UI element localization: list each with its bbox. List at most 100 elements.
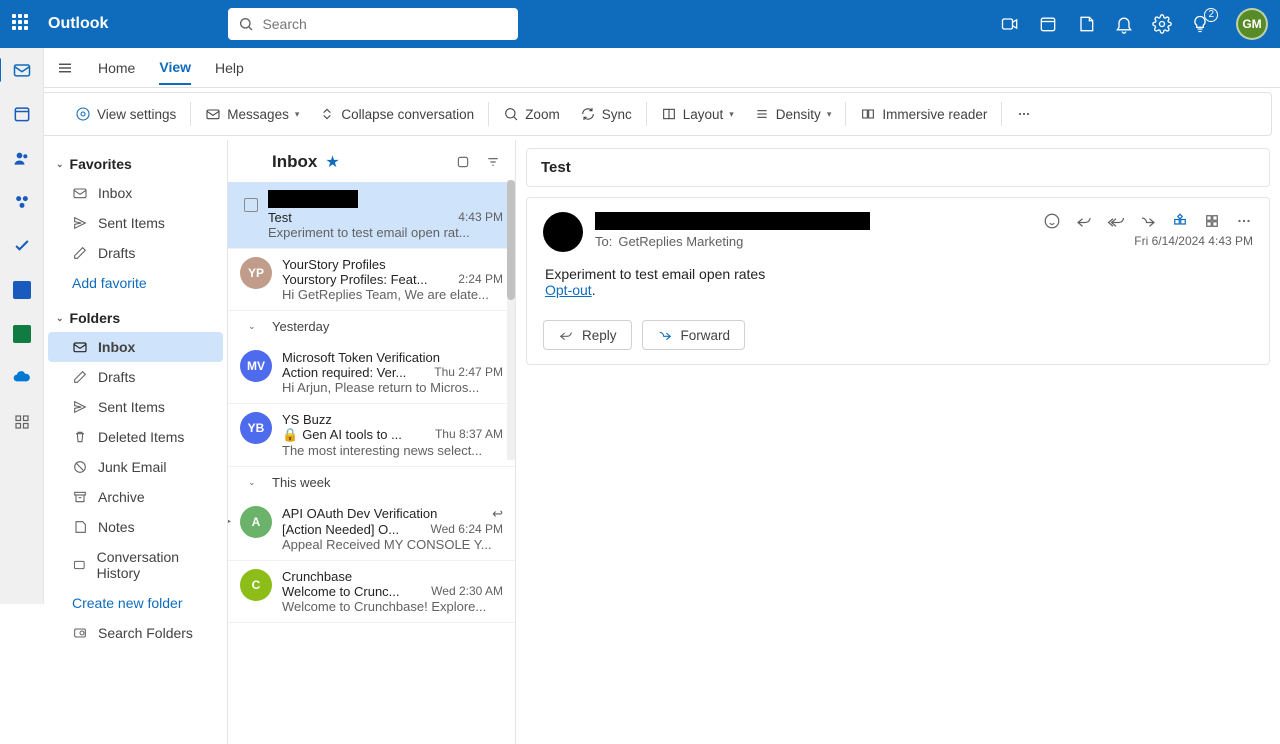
optout-link[interactable]: Opt-out — [545, 282, 592, 298]
message-item[interactable]: YB YS Buzz 🔒Gen AI tools to ...Thu 8:37 … — [228, 404, 515, 467]
brand-name: Outlook — [48, 15, 108, 33]
rail-calendar-icon[interactable] — [10, 102, 34, 126]
message-subject: Test — [268, 210, 292, 225]
apps-icon[interactable] — [1171, 212, 1189, 230]
notes-icon[interactable] — [1076, 14, 1096, 34]
message-subject: Welcome to Crunc... — [282, 584, 400, 599]
density-button[interactable]: Density▾ — [744, 93, 842, 135]
react-icon[interactable] — [1043, 212, 1061, 230]
notifications-icon[interactable] — [1114, 14, 1134, 34]
meet-now-icon[interactable] — [1000, 14, 1020, 34]
fav-drafts[interactable]: Drafts — [48, 238, 223, 268]
fav-sent[interactable]: Sent Items — [48, 208, 223, 238]
layout-button[interactable]: Layout▾ — [651, 93, 744, 135]
folders-section[interactable]: ⌄Folders — [48, 304, 223, 332]
folder-junk[interactable]: Junk Email — [48, 452, 223, 482]
rail-more-apps-icon[interactable] — [10, 410, 34, 434]
rail-word-icon[interactable] — [10, 278, 34, 302]
message-item[interactable]: C Crunchbase Welcome to Crunc...Wed 2:30… — [228, 561, 515, 623]
message-item[interactable]: YP YourStory Profiles Yourstory Profiles… — [228, 249, 515, 311]
folder-deleted[interactable]: Deleted Items — [48, 422, 223, 452]
folder-conversation-history[interactable]: Conversation History — [48, 542, 223, 588]
message-checkbox[interactable] — [244, 198, 258, 212]
layout-label: Layout — [683, 107, 724, 122]
rail-todo-icon[interactable] — [10, 234, 34, 258]
hamburger-icon[interactable] — [56, 59, 74, 77]
folder-search-folders[interactable]: Search Folders — [48, 618, 223, 648]
rail-groups-icon[interactable] — [10, 190, 34, 214]
message-preview: Hi GetReplies Team, We are elate... — [282, 287, 503, 302]
sender-avatar: C — [240, 569, 272, 601]
tips-icon[interactable]: 2 — [1190, 14, 1210, 34]
message-preview: Welcome to Crunchbase! Explore... — [282, 599, 503, 614]
ribbon-tabs: Home View Help — [0, 48, 1280, 88]
forward-button[interactable]: Forward — [642, 320, 746, 350]
star-icon[interactable]: ★ — [325, 152, 339, 172]
message-preview: The most interesting news select... — [282, 443, 503, 458]
day-header-yesterday[interactable]: ⌄Yesterday — [228, 311, 515, 342]
scrollbar[interactable] — [507, 180, 515, 460]
view-settings-label: View settings — [97, 107, 176, 122]
zoom-label: Zoom — [525, 107, 560, 122]
settings-icon[interactable] — [1152, 14, 1172, 34]
toolbar-overflow-button[interactable] — [1006, 93, 1042, 135]
sync-button[interactable]: Sync — [570, 93, 642, 135]
redacted-sender — [268, 190, 358, 208]
messages-button[interactable]: Messages▾ — [195, 93, 309, 135]
rail-people-icon[interactable] — [10, 146, 34, 170]
message-from: API OAuth Dev Verification — [282, 506, 437, 522]
favorites-section[interactable]: ⌄Favorites — [48, 150, 223, 178]
create-folder-link[interactable]: Create new folder — [48, 588, 223, 618]
folder-archive[interactable]: Archive — [48, 482, 223, 512]
reply-button[interactable]: Reply — [543, 320, 632, 350]
to-value: GetReplies Marketing — [618, 234, 743, 249]
message-time: 4:43 PM — [458, 210, 503, 225]
redacted-sender-name — [595, 212, 870, 230]
reading-message-card: To:GetReplies Marketing Fri 6/14/2024 4:… — [526, 197, 1270, 365]
reply-icon[interactable] — [1075, 212, 1093, 230]
search-box[interactable] — [228, 8, 518, 40]
rail-mail-icon[interactable] — [10, 58, 34, 82]
message-item[interactable]: MV Microsoft Token Verification Action r… — [228, 342, 515, 404]
view-settings-button[interactable]: View settings — [65, 93, 186, 135]
select-mode-icon[interactable] — [455, 154, 471, 170]
tab-view[interactable]: View — [159, 51, 191, 85]
calendar-day-icon[interactable] — [1038, 14, 1058, 34]
forward-icon[interactable] — [1139, 212, 1157, 230]
favorites-label: Favorites — [70, 156, 132, 172]
message-item[interactable]: Test 4:43 PM Experiment to test email ope… — [228, 182, 515, 249]
folder-sent[interactable]: Sent Items — [48, 392, 223, 422]
app-launcher[interactable] — [12, 14, 32, 34]
message-item[interactable]: ▸ A API OAuth Dev Verification↩ [Action … — [228, 498, 515, 561]
folder-pane: ⌄Favorites Inbox Sent Items Drafts Add f… — [44, 140, 228, 744]
immersive-reader-button[interactable]: Immersive reader — [850, 93, 997, 135]
filter-icon[interactable] — [485, 154, 501, 170]
folder-inbox[interactable]: Inbox — [48, 332, 223, 362]
day-header-thisweek[interactable]: ⌄This week — [228, 467, 515, 498]
account-avatar[interactable]: GM — [1236, 8, 1268, 40]
fav-inbox[interactable]: Inbox — [48, 178, 223, 208]
reading-date: Fri 6/14/2024 4:43 PM — [1043, 234, 1253, 248]
folder-drafts[interactable]: Drafts — [48, 362, 223, 392]
thread-chevron-icon[interactable]: ▸ — [228, 516, 231, 527]
search-input[interactable] — [262, 16, 508, 32]
sender-avatar: YP — [240, 257, 272, 289]
message-from: Microsoft Token Verification — [282, 350, 503, 365]
sender-avatar: YB — [240, 412, 272, 444]
message-preview: Appeal Received MY CONSOLE Y... — [282, 537, 503, 552]
tab-home[interactable]: Home — [98, 52, 135, 84]
message-preview: Experiment to test email open rat... — [268, 225, 503, 240]
add-favorite-link[interactable]: Add favorite — [48, 268, 223, 298]
collapse-conversation-button[interactable]: Collapse conversation — [309, 93, 484, 135]
more-actions-icon[interactable] — [1235, 212, 1253, 230]
rail-onedrive-icon[interactable] — [10, 366, 34, 390]
read-aloud-icon[interactable] — [1203, 212, 1221, 230]
tab-help[interactable]: Help — [215, 52, 244, 84]
immersive-label: Immersive reader — [882, 107, 987, 122]
reply-all-icon[interactable] — [1107, 212, 1125, 230]
lock-icon: 🔒 — [282, 427, 298, 442]
folder-notes[interactable]: Notes — [48, 512, 223, 542]
app-rail — [0, 48, 44, 604]
rail-excel-icon[interactable] — [10, 322, 34, 346]
zoom-button[interactable]: Zoom — [493, 93, 570, 135]
